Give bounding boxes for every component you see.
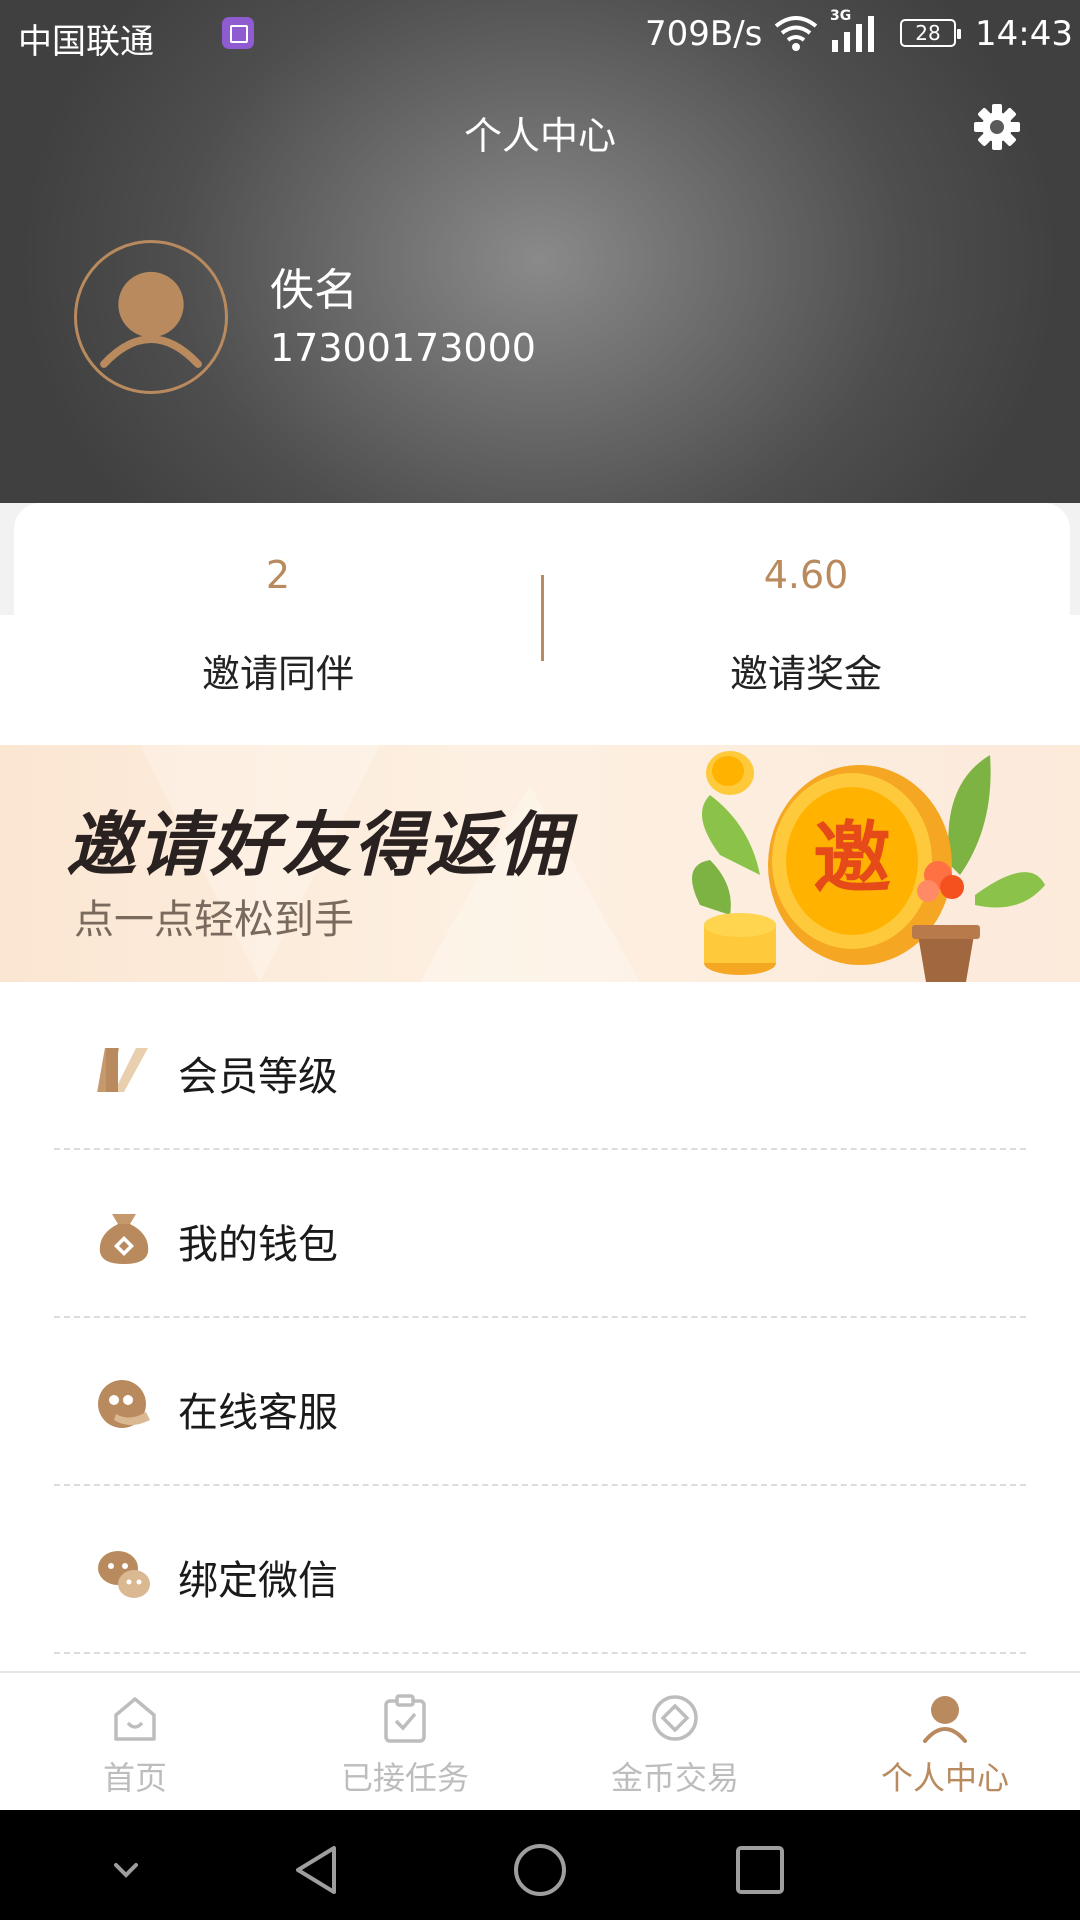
gallery-notification-icon [222, 17, 254, 49]
wechat-icon [98, 1551, 150, 1598]
invite-partners-label: 邀请同伴 [201, 652, 354, 696]
coin-text: 邀 [813, 813, 891, 904]
banner-title: 邀请好友得返佣 [66, 803, 570, 886]
money-bag-icon [99, 1214, 149, 1264]
invite-bonus-label: 邀请奖金 [729, 652, 882, 696]
battery-indicator: 28 [900, 19, 961, 47]
network-speed: 709B/s [645, 14, 763, 54]
person-icon [923, 1696, 967, 1743]
menu-label-customer-service: 在线客服 [178, 1390, 338, 1436]
menu-item-wallet[interactable]: 我的钱包 [0, 1150, 1080, 1318]
screen: 中国联通 709B/s 3G 28 14:43 个人中心 佚名 17300173… [0, 0, 1080, 1920]
menu-label-wallet: 我的钱包 [178, 1222, 338, 1268]
menu-item-bind-wechat[interactable]: 绑定微信 [0, 1486, 1080, 1654]
menu-divider [54, 1652, 1026, 1654]
clock: 14:43 [975, 14, 1073, 54]
default-avatar-icon [100, 271, 202, 368]
status-bar: 中国联通 709B/s 3G 28 14:43 [0, 0, 1080, 68]
tab-label-personal-center: 个人中心 [880, 1759, 1009, 1797]
coin-exchange-icon [652, 1695, 698, 1741]
signal-strength-icon [832, 16, 874, 52]
system-navigation-bar [0, 1810, 1080, 1920]
bottom-tab-bar: 首页 已接任务 金币交易 个人中心 [0, 1671, 1080, 1810]
tab-label-coin-trade: 金币交易 [610, 1759, 739, 1797]
invite-partners-count: 2 [265, 553, 291, 597]
wifi-icon [774, 16, 818, 51]
menu-item-customer-service[interactable]: 在线客服 [0, 1318, 1080, 1486]
menu-item-member-level[interactable]: 会员等级 [0, 982, 1080, 1150]
gear-icon[interactable] [972, 102, 1022, 152]
invite-friends-banner[interactable]: 邀请好友得返佣 点一点轻松到手 邀 [0, 745, 1080, 982]
menu-label-member-level: 会员等级 [178, 1054, 338, 1100]
recent-apps-square-icon[interactable] [730, 1840, 790, 1900]
tab-coin-trade[interactable]: 金币交易 [540, 1673, 810, 1810]
page-title: 个人中心 [463, 114, 616, 158]
gold-coin-illustration: 邀 [692, 751, 1045, 982]
banner-subtitle: 点一点轻松到手 [74, 897, 354, 943]
tab-home[interactable]: 首页 [0, 1673, 270, 1810]
back-triangle-icon[interactable] [290, 1840, 350, 1900]
tab-accepted-tasks[interactable]: 已接任务 [270, 1673, 540, 1810]
tab-personal-center[interactable]: 个人中心 [810, 1673, 1080, 1810]
invite-bonus-stat[interactable]: 4.60 邀请奖金 [542, 503, 1070, 731]
invite-partners-stat[interactable]: 2 邀请同伴 [14, 503, 542, 731]
vip-v-icon [97, 1048, 148, 1092]
home-icon [114, 1697, 156, 1741]
invite-bonus-amount: 4.60 [763, 553, 849, 597]
home-circle-icon[interactable] [510, 1840, 570, 1900]
invite-stats-card: 2 邀请同伴 4.60 邀请奖金 [14, 503, 1070, 731]
tab-label-accepted-tasks: 已接任务 [340, 1759, 469, 1797]
menu-list: 会员等级 我的钱包 在线客服 绑定微信 [0, 982, 1080, 1654]
user-phone: 17300173000 [270, 326, 536, 370]
customer-service-icon [98, 1380, 150, 1428]
carrier-name: 中国联通 [18, 22, 154, 62]
user-name: 佚名 [270, 265, 358, 316]
menu-label-bind-wechat: 绑定微信 [178, 1558, 338, 1604]
chevron-down-icon[interactable] [96, 1840, 156, 1900]
avatar[interactable] [74, 240, 228, 394]
clipboard-check-icon [384, 1694, 426, 1743]
tab-label-home: 首页 [102, 1759, 167, 1797]
